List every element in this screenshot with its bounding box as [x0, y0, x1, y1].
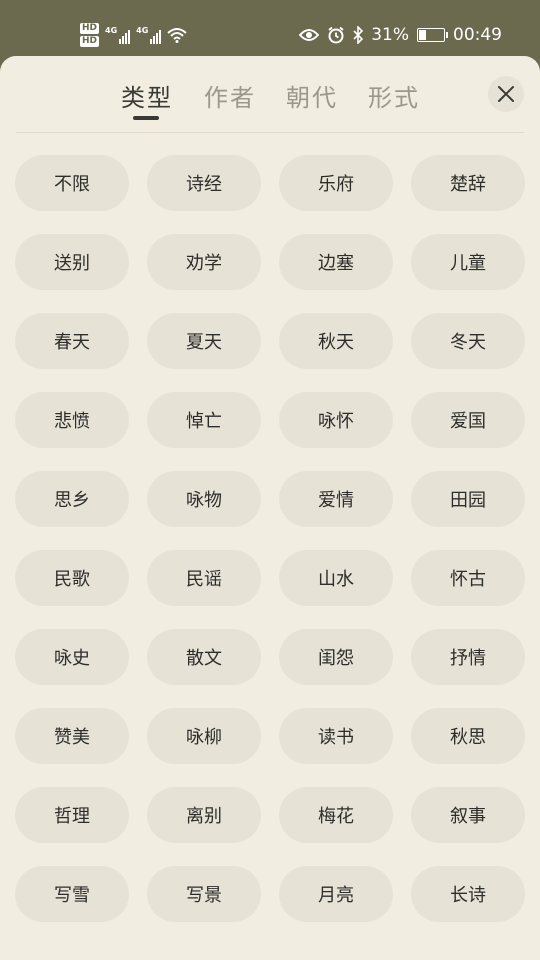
category-chip[interactable]: 民歌 [15, 550, 129, 606]
status-right: 31% 00:49 [299, 22, 502, 48]
category-chip[interactable]: 咏物 [147, 471, 261, 527]
category-chip[interactable]: 悼亡 [147, 392, 261, 448]
category-chip[interactable]: 劝学 [147, 234, 261, 290]
category-chip[interactable]: 思乡 [15, 471, 129, 527]
category-chip[interactable]: 写景 [147, 866, 261, 922]
tab-form[interactable]: 形式 [368, 78, 420, 113]
active-tab-indicator [133, 116, 159, 120]
battery-fill [419, 30, 426, 40]
category-chip[interactable]: 咏怀 [279, 392, 393, 448]
category-chip[interactable]: 咏史 [15, 629, 129, 685]
category-chip[interactable]: 秋思 [411, 708, 525, 764]
category-chip[interactable]: 山水 [279, 550, 393, 606]
category-chip[interactable]: 悲愤 [15, 392, 129, 448]
divider [16, 132, 524, 133]
category-chip[interactable]: 散文 [147, 629, 261, 685]
category-chip[interactable]: 秋天 [279, 313, 393, 369]
category-chip[interactable]: 儿童 [411, 234, 525, 290]
tab-author[interactable]: 作者 [204, 78, 256, 113]
category-chip[interactable]: 写雪 [15, 866, 129, 922]
category-chip[interactable]: 咏柳 [147, 708, 261, 764]
network-type-2: 4G [136, 26, 149, 35]
category-chip[interactable]: 爱情 [279, 471, 393, 527]
category-chip[interactable]: 民谣 [147, 550, 261, 606]
category-chip[interactable]: 送别 [15, 234, 129, 290]
wifi-icon [167, 28, 187, 43]
category-chip[interactable]: 离别 [147, 787, 261, 843]
status-left: HD HD 4G 4G [80, 18, 187, 52]
category-chip[interactable]: 抒情 [411, 629, 525, 685]
category-chip[interactable]: 哲理 [15, 787, 129, 843]
category-chip[interactable]: 楚辞 [411, 155, 525, 211]
category-chip[interactable]: 怀古 [411, 550, 525, 606]
category-chip[interactable]: 边塞 [279, 234, 393, 290]
category-chip[interactable]: 夏天 [147, 313, 261, 369]
clock: 00:49 [453, 25, 502, 45]
category-chip[interactable]: 读书 [279, 708, 393, 764]
category-chip[interactable]: 田园 [411, 471, 525, 527]
close-button[interactable] [488, 76, 524, 112]
category-chip[interactable]: 叙事 [411, 787, 525, 843]
hd-badge-1: HD [80, 23, 100, 34]
category-chip[interactable]: 月亮 [279, 866, 393, 922]
hd-badges: HD HD [80, 23, 100, 47]
category-chip[interactable]: 长诗 [411, 866, 525, 922]
signal-icon-2: 4G [136, 26, 162, 44]
alarm-icon [328, 26, 344, 44]
category-chip[interactable]: 春天 [15, 313, 129, 369]
close-icon [498, 86, 514, 102]
signal-icon-1: 4G [105, 26, 131, 44]
category-chip[interactable]: 诗经 [147, 155, 261, 211]
network-type-1: 4G [105, 26, 118, 35]
battery-percent: 31% [371, 25, 409, 45]
tab-dynasty[interactable]: 朝代 [286, 78, 338, 113]
eye-icon [299, 29, 320, 41]
category-chip[interactable]: 赞美 [15, 708, 129, 764]
battery-icon [417, 28, 448, 42]
category-chip[interactable]: 爱国 [411, 392, 525, 448]
category-chip[interactable]: 乐府 [279, 155, 393, 211]
category-chip[interactable]: 不限 [15, 155, 129, 211]
category-chip[interactable]: 闺怨 [279, 629, 393, 685]
tab-type[interactable]: 类型 [121, 78, 173, 113]
tab-bar: 类型 作者 朝代 形式 [0, 56, 540, 132]
status-bar: HD HD 4G 4G 31% 00:49 [0, 0, 540, 62]
hd-badge-2: HD [80, 36, 100, 47]
category-grid: 不限 诗经 乐府 楚辞送别 劝学 边塞 儿童春天 夏天 秋天 冬天悲愤 悼亡 咏怀 爱国思乡 咏物 爱情 田园… [15, 155, 525, 922]
category-chip[interactable]: 冬天 [411, 313, 525, 369]
filter-sheet: 类型 作者 朝代 形式 不限 诗经 乐府 楚辞送别 劝学 边塞 儿童春天 夏天 秋天 冬天悲愤 悼亡… [0, 56, 540, 960]
bluetooth-icon [353, 26, 364, 44]
category-chip[interactable]: 梅花 [279, 787, 393, 843]
